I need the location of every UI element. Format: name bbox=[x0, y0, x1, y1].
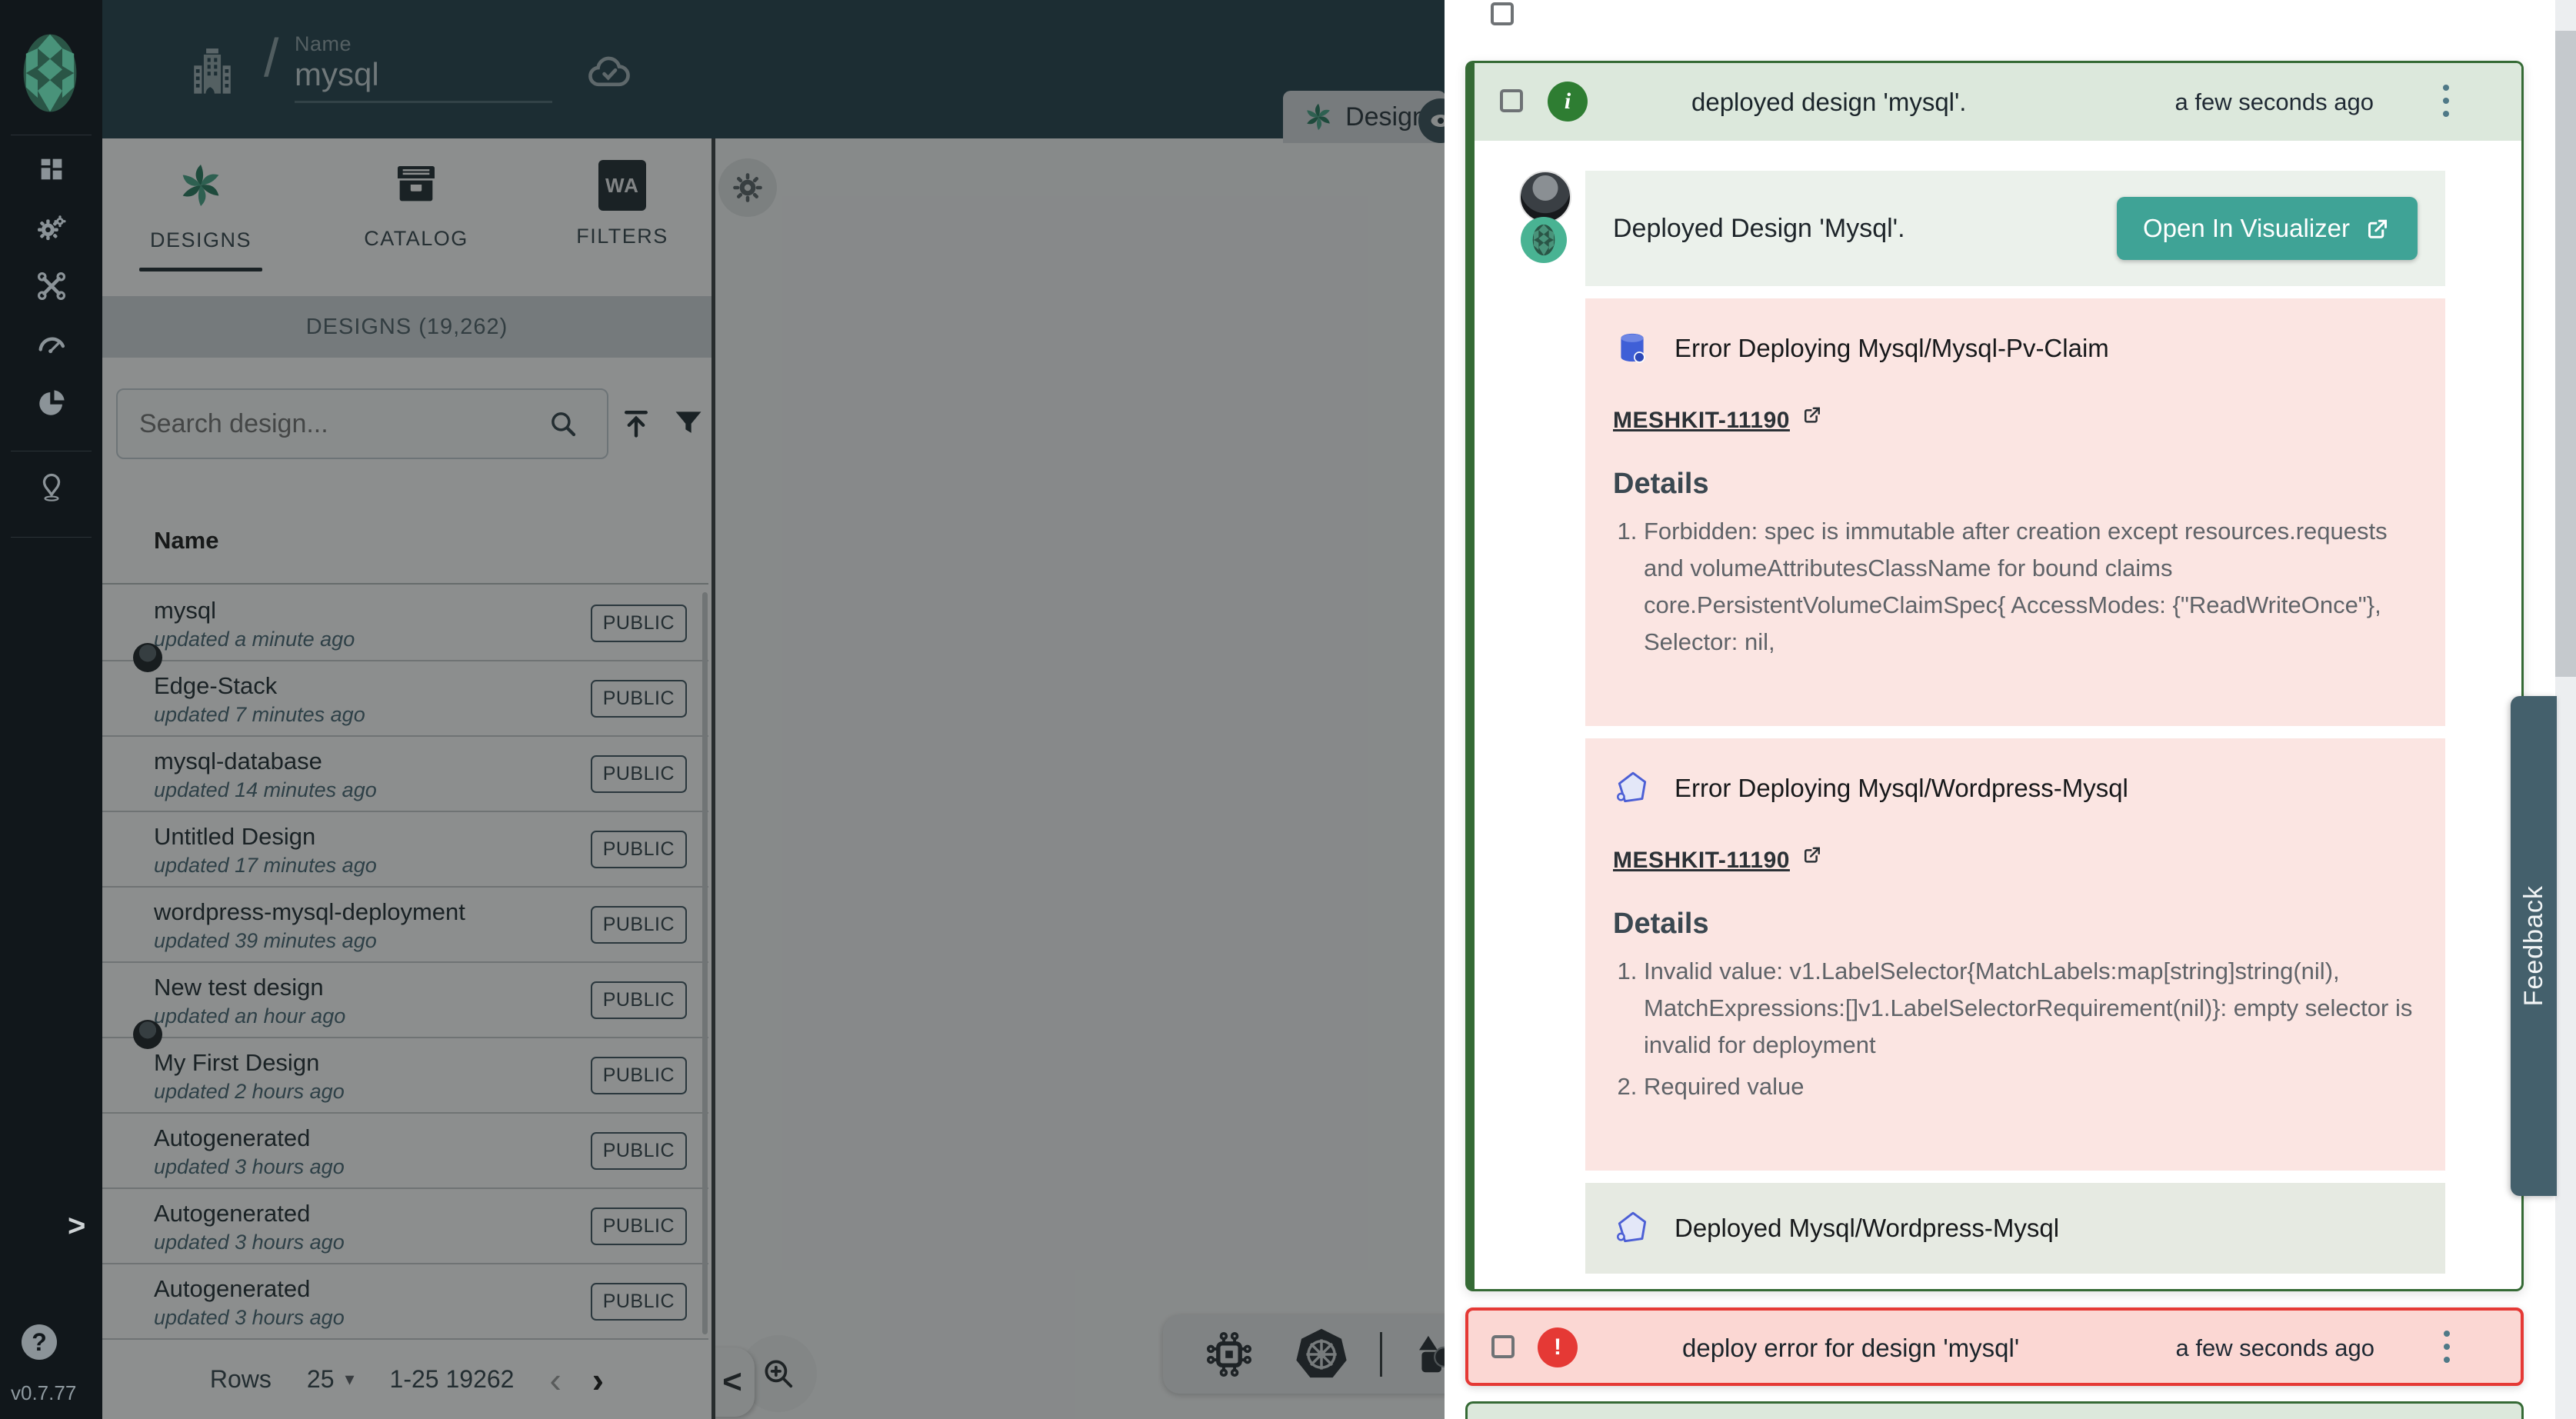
deployed-success-row: Deployed Mysql/Wordpress-Mysql bbox=[1585, 1183, 2445, 1274]
error-details-list: Forbidden: spec is immutable after creat… bbox=[1613, 513, 2418, 661]
notification-header[interactable]: i deployed design 'mysql'. a few seconds… bbox=[1475, 63, 2521, 141]
meshery-logo-icon bbox=[1528, 223, 1559, 257]
help-button[interactable]: ? bbox=[22, 1324, 57, 1360]
meshery-avatar bbox=[1521, 217, 1567, 263]
sidebar-item-performance[interactable] bbox=[0, 315, 102, 374]
external-link-icon bbox=[2364, 215, 2391, 242]
app-version: v0.7.77 bbox=[11, 1381, 76, 1405]
notification-title: deployed design 'mysql'. bbox=[1691, 88, 1966, 117]
error-detail-item: Required value bbox=[1644, 1068, 2418, 1105]
sidebar-item-extensions[interactable] bbox=[0, 374, 102, 432]
notification-checkbox[interactable] bbox=[1491, 1335, 1515, 1358]
panel-scrollbar-thumb[interactable] bbox=[2555, 31, 2576, 677]
external-link-icon bbox=[1801, 403, 1824, 426]
crossed-tools-icon bbox=[35, 270, 68, 302]
info-circle-icon: i bbox=[1548, 82, 1588, 122]
notification-card-deployed: i deployed design 'mysql'. a few seconds… bbox=[1465, 61, 2524, 1291]
sidebar-expand-chevron[interactable]: > bbox=[68, 1209, 85, 1244]
sidebar-item-explore[interactable] bbox=[0, 458, 102, 517]
meshery-logo[interactable] bbox=[13, 31, 87, 115]
error-title: Error Deploying Mysql/Wordpress-Mysql bbox=[1675, 774, 2128, 803]
details-heading: Details bbox=[1613, 468, 2418, 501]
question-mark-icon: ? bbox=[32, 1328, 47, 1357]
meshkit-error-link[interactable]: MESHKIT-11190 bbox=[1613, 408, 1790, 434]
location-pin-icon bbox=[35, 471, 68, 505]
error-detail-item: Invalid value: v1.LabelSelector{MatchLab… bbox=[1644, 953, 2418, 1064]
workload-pod-icon bbox=[1613, 769, 1651, 808]
app-root: / Name Design bbox=[0, 0, 2576, 1419]
notification-checkbox[interactable] bbox=[1500, 89, 1523, 112]
select-all-checkbox[interactable] bbox=[1491, 2, 1514, 25]
sidebar-item-configuration[interactable] bbox=[0, 257, 102, 315]
feedback-tab[interactable]: Feedback bbox=[2511, 696, 2557, 1196]
sidebar-item-dashboard[interactable] bbox=[0, 140, 102, 198]
speedometer-icon bbox=[35, 328, 68, 361]
segmented-pie-icon bbox=[35, 387, 68, 419]
error-circle-icon: ! bbox=[1538, 1327, 1578, 1367]
error-detail-item: Forbidden: spec is immutable after creat… bbox=[1644, 513, 2418, 661]
deployed-success-text: Deployed Mysql/Wordpress-Mysql bbox=[1675, 1214, 2059, 1243]
gears-icon bbox=[35, 211, 68, 245]
dashboard-grid-icon bbox=[36, 154, 67, 185]
notification-menu-button[interactable] bbox=[2444, 1331, 2450, 1363]
error-detail-section: Error Deploying Mysql/Mysql-Pv-Claim MES… bbox=[1585, 298, 2445, 726]
notification-menu-button[interactable] bbox=[2443, 85, 2449, 117]
meshkit-error-link[interactable]: MESHKIT-11190 bbox=[1613, 848, 1790, 874]
app-sidebar: > ? v0.7.77 bbox=[0, 0, 102, 1419]
notification-center-panel: i deployed design 'mysql'. a few seconds… bbox=[1445, 0, 2576, 1419]
notification-time: a few seconds ago bbox=[2174, 88, 2374, 116]
actor-avatar bbox=[1519, 171, 1571, 223]
persistent-volume-claim-icon bbox=[1613, 329, 1651, 368]
external-link-icon bbox=[1801, 843, 1824, 866]
workload-pod-icon bbox=[1613, 1209, 1651, 1247]
notification-card-error[interactable]: ! deploy error for design 'mysql' a few … bbox=[1465, 1307, 2524, 1386]
details-heading: Details bbox=[1613, 908, 2418, 941]
notification-title: deploy error for design 'mysql' bbox=[1682, 1334, 2019, 1363]
deployment-summary-text: Deployed Design 'Mysql'. bbox=[1613, 214, 1905, 244]
error-detail-section: Error Deploying Mysql/Wordpress-Mysql ME… bbox=[1585, 738, 2445, 1171]
feedback-label: Feedback bbox=[2519, 885, 2549, 1006]
sidebar-divider bbox=[11, 537, 92, 538]
open-in-visualizer-button[interactable]: Open In Visualizer bbox=[2117, 197, 2418, 260]
error-details-list: Invalid value: v1.LabelSelector{MatchLab… bbox=[1613, 953, 2418, 1105]
error-title: Error Deploying Mysql/Mysql-Pv-Claim bbox=[1675, 334, 2109, 363]
deployment-summary-row: Deployed Design 'Mysql'. Open In Visuali… bbox=[1585, 171, 2445, 286]
modal-backdrop bbox=[102, 0, 1445, 1419]
notification-time: a few seconds ago bbox=[2175, 1334, 2374, 1362]
sidebar-item-lifecycle[interactable] bbox=[0, 198, 102, 257]
notification-card-partial bbox=[1465, 1401, 2524, 1419]
